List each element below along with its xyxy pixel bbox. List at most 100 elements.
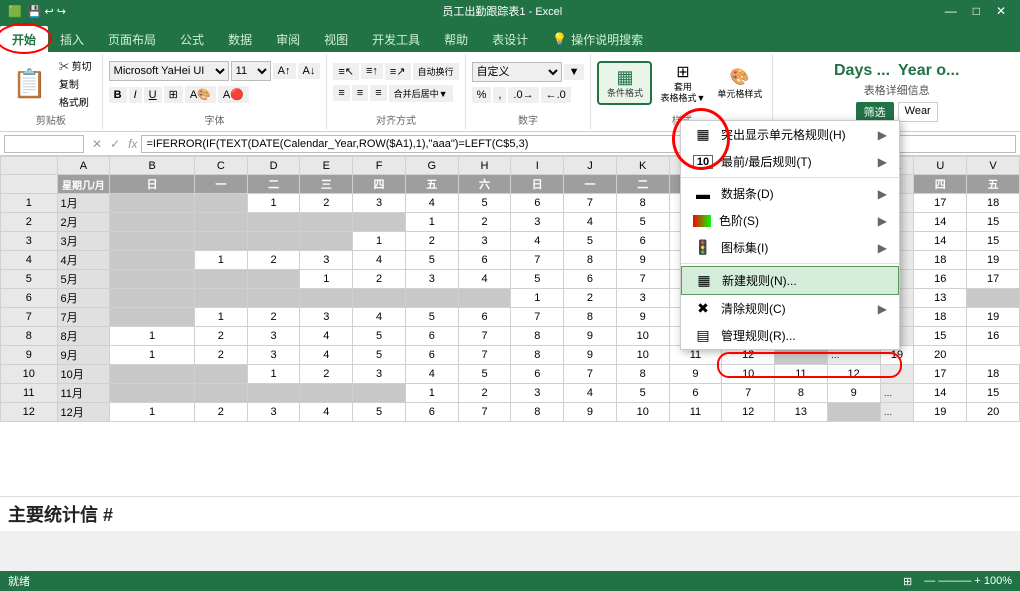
col-mon2: 一 [564,175,617,194]
fill-color-button[interactable]: A🎨 [185,86,216,103]
tab-table-design[interactable]: 表设计 [480,26,540,52]
align-center-btn[interactable]: ≡ [352,85,368,101]
color-scales-label: 色阶(S) [719,212,870,229]
col-f[interactable]: F [353,157,406,175]
tab-view[interactable]: 视图 [312,26,360,52]
wrap-text-btn[interactable]: 自动换行 [413,63,459,80]
col-h[interactable]: H [458,157,511,175]
col-sat: 六 [458,175,511,194]
clipboard-label: 剪贴板 [36,112,66,127]
row-1: 1 [1,194,58,213]
align-left-btn[interactable]: ≡ [333,85,349,101]
table-row: 10 10月 1 2 3 4 5 6 7 8 9 10 11 12 … 17 1… [1,365,1020,384]
wear-button[interactable]: Wear [898,102,938,122]
format-painter-button[interactable]: 格式刷 [55,93,96,110]
window-title: 员工出勤跟踪表1 - Excel [66,3,939,19]
ribbon-tabs: 开始 插入 页面布局 公式 数据 审阅 视图 开发工具 帮助 表设计 💡 操作说… [0,22,1020,52]
highlight-rules-item[interactable]: ▦ 突出显示单元格规则(H) ▶ [681,121,899,148]
col-i[interactable]: I [511,157,564,175]
close-btn[interactable]: ✕ [990,4,1012,18]
border-button[interactable]: ⊞ [164,86,183,103]
color-scales-item[interactable]: 色阶(S) ▶ [681,207,899,234]
status-right: ⊞ — ——— + 100% [903,575,1012,588]
new-rule-icon: ▦ [694,272,714,289]
maximize-btn[interactable]: □ [967,4,986,18]
tab-developer[interactable]: 开发工具 [360,26,432,52]
alignment-label: 对齐方式 [376,112,416,127]
filter-button[interactable]: 筛选 [856,102,894,122]
data-bars-item[interactable]: ▬ 数据条(D) ▶ [681,180,899,207]
percent-btn[interactable]: % [472,87,492,103]
font-name-select[interactable]: Microsoft YaHei UI [109,61,229,81]
tab-review[interactable]: 审阅 [264,26,312,52]
tab-help[interactable]: 帮助 [432,26,480,52]
col-sun2: 日 [511,175,564,194]
font-increase-btn[interactable]: A↑ [273,63,296,79]
tab-search[interactable]: 💡 操作说明搜索 [540,26,655,52]
month-1[interactable]: 1月 [57,194,110,213]
font-decrease-btn[interactable]: A↓ [298,63,321,79]
merge-center-btn[interactable]: 合并后居中▼ [389,85,453,102]
col-d[interactable]: D [247,157,300,175]
row-num-header [1,175,58,194]
col-g[interactable]: G [405,157,458,175]
icon-sets-item[interactable]: 🚦 图标集(I) ▶ [681,234,899,261]
font-color-button[interactable]: A🔴 [218,86,249,103]
col-b[interactable]: B [110,157,195,175]
decrease-decimal-btn[interactable]: ←.0 [541,87,571,103]
manage-rules-label: 管理规则(R)... [721,327,887,344]
cell-1-sun[interactable] [110,194,195,213]
minimize-btn[interactable]: — [939,4,963,18]
increase-decimal-btn[interactable]: .0→ [508,87,538,103]
table-detail-label: 表格详细信息 [864,82,930,98]
number-format-select[interactable]: 自定义 [472,62,562,82]
col-e[interactable]: E [300,157,353,175]
col-thu3: 四 [914,175,967,194]
font-style-row: B I U ⊞ A🎨 A🔴 [109,86,321,103]
highlight-rules-arrow: ▶ [878,128,887,142]
font-group: Microsoft YaHei UI 11 A↑ A↓ B I U ⊞ A🎨 A… [103,54,328,129]
col-a[interactable]: A [57,157,110,175]
zoom-control[interactable]: — ——— + 100% [924,575,1012,588]
tab-formula[interactable]: 公式 [168,26,216,52]
paste-button[interactable]: 📋 [6,65,53,102]
align-right-btn[interactable]: ≡ [370,85,386,101]
copy-button[interactable]: 复制 [55,75,96,92]
conditional-format-button[interactable]: ▦ 条件格式 [597,61,652,105]
clear-rules-item[interactable]: ✖ 清除规则(C) ▶ [681,295,899,322]
tab-home[interactable]: 开始 [0,26,48,52]
new-rule-item[interactable]: ▦ 新建规则(N)... [681,266,899,295]
align-top-left-btn[interactable]: ≡↖ [333,63,359,80]
cut-button[interactable]: ✂ 剪切 [55,57,96,74]
top-bottom-rules-item[interactable]: 10 最前/最后规则(T) ▶ [681,148,899,175]
cell-style-label: 单元格样式 [717,87,762,100]
clear-rules-arrow: ▶ [878,302,887,316]
bold-button[interactable]: B [109,87,127,103]
cell-style-button[interactable]: 🎨 单元格样式 [713,63,766,104]
col-u[interactable]: U [914,157,967,175]
alignment-group: ≡↖ ≡↑ ≡↗ 自动换行 ≡ ≡ ≡ 合并后居中▼ 对齐方式 [327,54,465,129]
align-top-center-btn[interactable]: ≡↑ [361,63,383,79]
number-format-btn[interactable]: ▼ [564,64,585,80]
highlight-rules-label: 突出显示单元格规则(H) [721,126,870,143]
col-fri: 五 [405,175,458,194]
ribbon-right: Days ... Year o... 表格详细信息 筛选 Wear [773,54,1020,129]
underline-button[interactable]: U [144,87,162,103]
conditional-format-icon: ▦ [616,67,633,88]
col-k[interactable]: K [616,157,669,175]
align-top-right-btn[interactable]: ≡↗ [385,63,411,80]
tab-page-layout[interactable]: 页面布局 [96,26,168,52]
font-size-select[interactable]: 11 [231,61,271,81]
col-j[interactable]: J [564,157,617,175]
comma-btn[interactable]: , [493,87,506,103]
italic-button[interactable]: I [129,87,142,103]
name-box[interactable] [4,135,84,153]
cell-1-mon[interactable] [194,194,247,213]
col-c[interactable]: C [194,157,247,175]
tab-data[interactable]: 数据 [216,26,264,52]
table-format-button[interactable]: ⊞ 套用表格格式▼ [656,58,709,108]
manage-rules-item[interactable]: ▤ 管理规则(R)... [681,322,899,349]
conditional-format-label: 条件格式 [607,88,643,99]
tab-insert[interactable]: 插入 [48,26,96,52]
col-v[interactable]: V [967,157,1020,175]
